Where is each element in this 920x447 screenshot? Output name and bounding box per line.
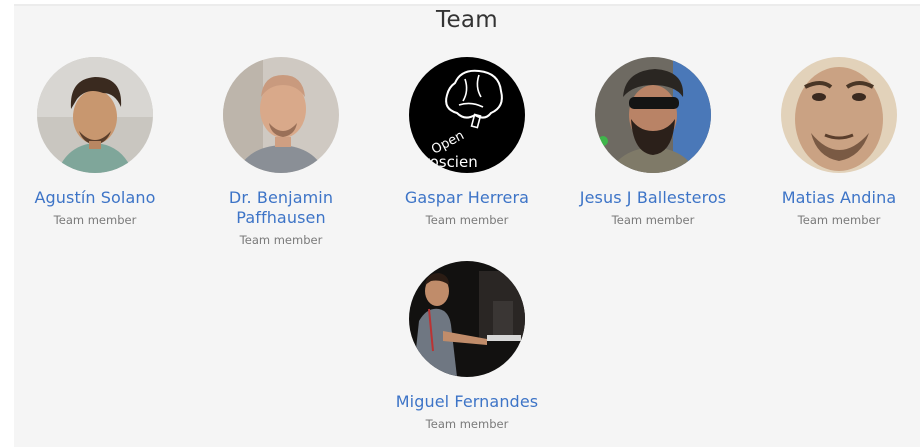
member-name[interactable]: Jesus J Ballesteros xyxy=(567,188,739,208)
open-neuroscience-logo-icon: Open euroscien xyxy=(409,57,525,173)
team-member-card: Matias Andina Team member xyxy=(753,57,920,228)
avatar[interactable] xyxy=(223,57,339,173)
avatar[interactable]: Open euroscien xyxy=(409,57,525,173)
logo-text-bottom: euroscien xyxy=(409,153,478,171)
team-member-card: Jesus J Ballesteros Team member xyxy=(567,57,739,228)
team-member-card: Miguel Fernandes Team member xyxy=(381,261,553,432)
avatar[interactable] xyxy=(595,57,711,173)
member-role: Team member xyxy=(797,213,881,227)
member-role: Team member xyxy=(611,213,695,227)
person-photo-icon xyxy=(37,57,153,173)
person-photo-icon xyxy=(781,57,897,173)
member-name[interactable]: Miguel Fernandes xyxy=(381,392,553,412)
member-role: Team member xyxy=(239,233,323,247)
person-photo-icon xyxy=(595,57,711,173)
page: Team Agustín Solano Team member Dr. Benj… xyxy=(0,0,920,447)
team-section: Team Agustín Solano Team member Dr. Benj… xyxy=(14,4,920,447)
team-member-card: Agustín Solano Team member xyxy=(9,57,181,228)
avatar[interactable] xyxy=(37,57,153,173)
member-name[interactable]: Matias Andina xyxy=(753,188,920,208)
member-role: Team member xyxy=(53,213,137,227)
member-role: Team member xyxy=(425,417,509,431)
member-name[interactable]: Agustín Solano xyxy=(9,188,181,208)
avatar[interactable] xyxy=(781,57,897,173)
team-member-card: Open euroscien Gaspar Herrera Team membe… xyxy=(381,57,553,228)
team-member-card: Dr. Benjamin Paffhausen Team member xyxy=(195,57,367,248)
member-name[interactable]: Gaspar Herrera xyxy=(381,188,553,208)
member-name[interactable]: Dr. Benjamin Paffhausen xyxy=(195,188,367,228)
person-photo-icon xyxy=(409,261,525,377)
section-title: Team xyxy=(436,7,498,33)
avatar[interactable] xyxy=(409,261,525,377)
member-role: Team member xyxy=(425,213,509,227)
person-photo-icon xyxy=(223,57,339,173)
